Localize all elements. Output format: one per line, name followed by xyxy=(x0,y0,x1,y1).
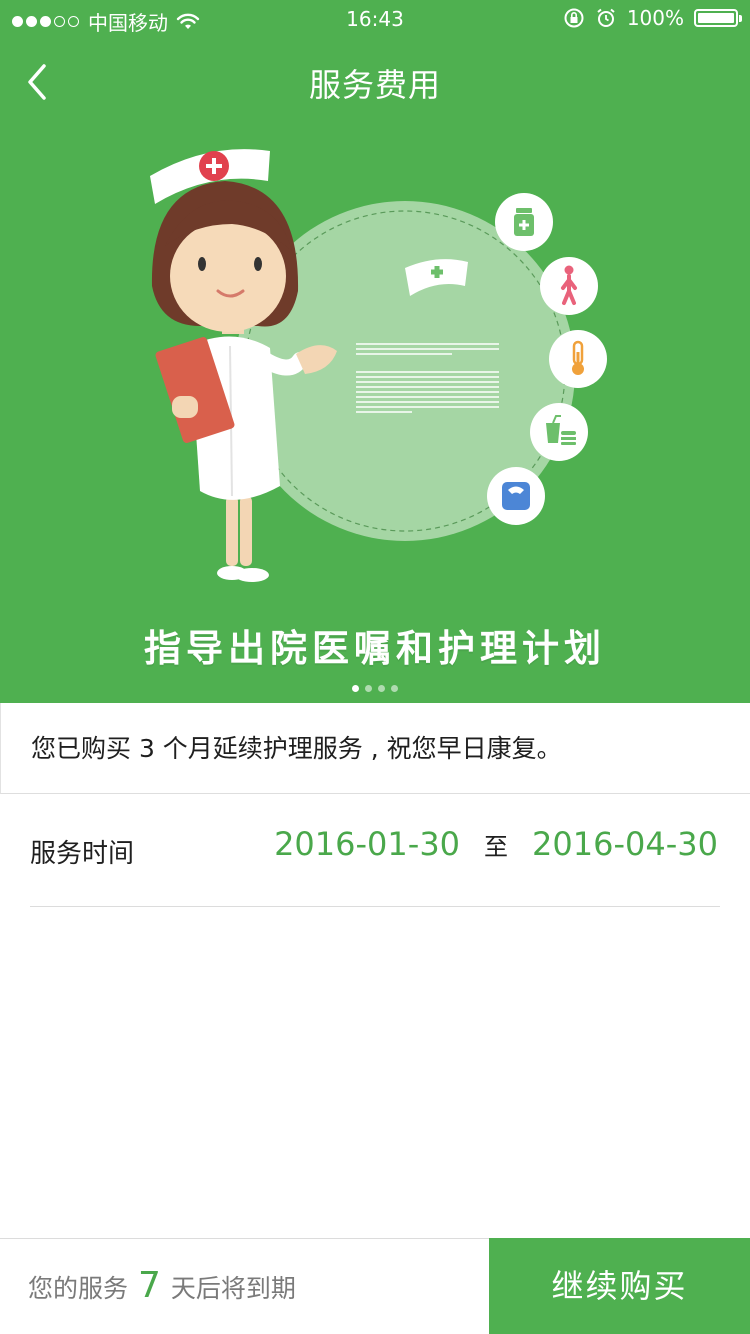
page-dot[interactable] xyxy=(378,685,385,692)
battery-icon xyxy=(694,9,742,27)
alarm-icon xyxy=(597,8,615,27)
page-dot[interactable] xyxy=(365,685,372,692)
divider xyxy=(30,906,720,907)
end-date: 2016-04-30 xyxy=(532,825,718,863)
page-dot[interactable] xyxy=(391,685,398,692)
purchase-message: 您已购买 3 个月延续护理服务 , 祝您早日康复。 xyxy=(0,703,750,794)
expire-suffix: 天后将到期 xyxy=(170,1274,296,1303)
status-right: 100% xyxy=(563,6,742,30)
page-dot-active[interactable] xyxy=(352,685,359,692)
page-title: 服务费用 xyxy=(308,66,441,104)
service-time-label: 服务时间 xyxy=(30,839,135,869)
hero-banner: 中国移动 16:43 100% 服务费用 指导出院医嘱和护理计划 xyxy=(0,0,750,703)
expire-prefix: 您的服务 xyxy=(28,1274,129,1303)
start-date: 2016-01-30 xyxy=(274,825,461,863)
status-bar: 中国移动 16:43 100% xyxy=(0,0,750,38)
continue-purchase-button[interactable]: 继续购买 xyxy=(489,1238,750,1334)
expire-notice: 您的服务 7 天后将到期 xyxy=(28,1265,296,1306)
food-drink-icon xyxy=(530,403,588,461)
medicine-bottle-icon xyxy=(495,193,553,251)
nav-bar: 服务费用 xyxy=(0,38,750,126)
page-indicator xyxy=(0,685,750,692)
nurse-figure xyxy=(150,149,337,582)
weight-scale-icon xyxy=(487,467,545,525)
bottom-bar: 您的服务 7 天后将到期 继续购买 xyxy=(0,1238,750,1334)
nurse-illustration xyxy=(150,149,607,582)
walking-person-icon xyxy=(540,257,598,315)
orientation-lock-icon xyxy=(564,8,584,28)
service-date-range: 2016-01-30 至 2016-04-30 xyxy=(274,825,718,863)
thermometer-icon xyxy=(549,330,607,388)
service-time-row: 服务时间 2016-01-30 至 2016-04-30 xyxy=(0,795,750,907)
days-remaining: 7 xyxy=(138,1265,161,1306)
date-separator: 至 xyxy=(484,833,509,861)
battery-percent: 100% xyxy=(626,6,684,30)
banner-caption: 指导出院医嘱和护理计划 xyxy=(144,627,606,670)
